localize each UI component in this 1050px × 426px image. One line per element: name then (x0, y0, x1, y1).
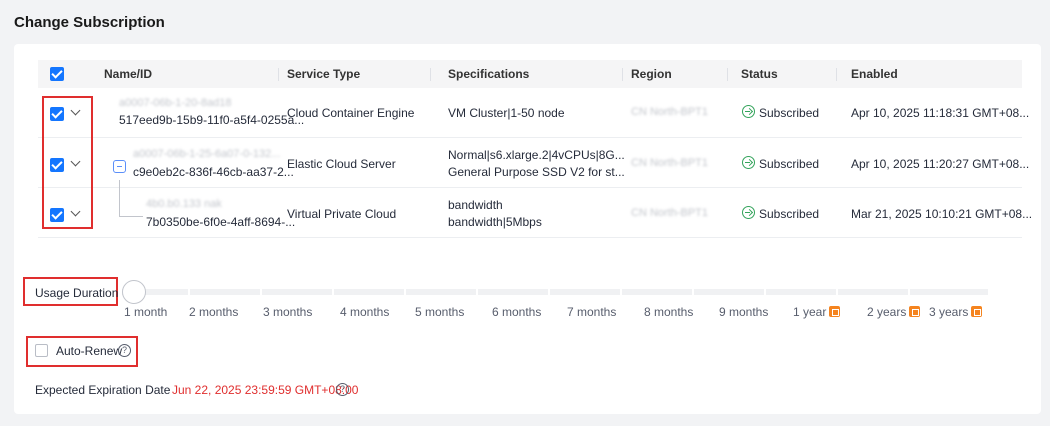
duration-option-1-year[interactable]: 1 year (793, 305, 841, 319)
enabled-date: Mar 21, 2025 10:10:21 GMT+08... (851, 207, 1033, 221)
duration-option[interactable]: 5 months (415, 305, 464, 319)
auto-renew-label[interactable]: Auto-Renew (56, 344, 122, 358)
duration-option[interactable]: 9 months (719, 305, 768, 319)
duration-option[interactable]: 8 months (644, 305, 693, 319)
subscribed-status-icon (742, 156, 755, 169)
table-row: 4b0.b0.133 nak 7b0350be-6f0e-4aff-8694-.… (38, 180, 1032, 238)
header-divider (622, 68, 623, 81)
slider-tick (908, 289, 910, 295)
help-icon[interactable]: ? (118, 344, 131, 357)
slider-tick (764, 289, 766, 295)
expiration-label: Expected Expiration Date (35, 383, 171, 397)
subscription-card: Name/ID Service Type Specifications Regi… (14, 44, 1041, 414)
slider-tick (476, 289, 478, 295)
header-specifications: Specifications (448, 67, 530, 81)
resource-id: 517eed9b-15b9-11f0-a5f4-0255a... (119, 113, 305, 127)
duration-option-3-years[interactable]: 3 years (929, 305, 983, 319)
tree-line (119, 216, 143, 217)
header-divider (430, 68, 431, 81)
header-enabled: Enabled (851, 67, 898, 81)
region: CN North-BPT1 (631, 106, 709, 118)
auto-renew-checkbox[interactable] (35, 344, 48, 357)
highlight-box (42, 96, 93, 229)
slider-tick (692, 289, 694, 295)
enabled-date: Apr 10, 2025 11:20:27 GMT+08... (851, 157, 1030, 171)
duration-option[interactable]: 2 months (189, 305, 238, 319)
tree-line (119, 180, 120, 216)
duration-option[interactable]: 4 months (340, 305, 389, 319)
duration-option-label: 3 years (929, 305, 969, 319)
duration-option[interactable]: 7 months (567, 305, 616, 319)
subscribed-status-icon (742, 206, 755, 219)
region: CN North-BPT1 (631, 157, 709, 169)
slider-tick (260, 289, 262, 295)
slider-tick (836, 289, 838, 295)
service-type: Virtual Private Cloud (287, 207, 397, 221)
duration-option[interactable]: 3 months (263, 305, 312, 319)
status-text: Subscribed (759, 207, 820, 221)
table-row: a0007-06b-1-20-8ad18 517eed9b-15b9-11f0-… (38, 88, 1029, 138)
resource-id: 7b0350be-6f0e-4aff-8694-... (146, 215, 296, 229)
header-region: Region (631, 67, 672, 81)
duration-slider-knob[interactable] (122, 280, 146, 304)
header-status: Status (741, 67, 778, 81)
collapse-tree-icon[interactable] (113, 160, 126, 173)
discount-icon (909, 306, 921, 317)
table-row: a0007-06b-1-25-6a07-0-132... c9e0eb2c-83… (38, 138, 1029, 188)
resource-name: a0007-06b-1-20-8ad18 (119, 97, 232, 109)
header-service-type: Service Type (287, 67, 361, 81)
duration-option-2-years[interactable]: 2 years (867, 305, 921, 319)
service-type: Cloud Container Engine (287, 106, 415, 120)
expiration-date: Jun 22, 2025 23:59:59 GMT+08:00 (172, 383, 359, 397)
service-type: Elastic Cloud Server (287, 157, 396, 171)
slider-tick (188, 289, 190, 295)
header-divider (836, 68, 837, 81)
help-icon[interactable]: ? (336, 383, 349, 396)
header-divider (278, 68, 279, 81)
enabled-date: Apr 10, 2025 11:18:31 GMT+08... (851, 106, 1030, 120)
table-header: Name/ID Service Type Specifications Regi… (38, 60, 1022, 88)
slider-tick (620, 289, 622, 295)
slider-tick (404, 289, 406, 295)
status-text: Subscribed (759, 106, 820, 120)
page-title: Change Subscription (14, 14, 165, 31)
specifications: bandwidth (448, 198, 503, 212)
duration-option[interactable]: 6 months (492, 305, 541, 319)
header-divider (727, 68, 728, 81)
slider-tick (332, 289, 334, 295)
resource-name: 4b0.b0.133 nak (146, 198, 222, 210)
slider-tick (548, 289, 550, 295)
status-text: Subscribed (759, 157, 820, 171)
duration-option-label: 1 year (793, 305, 827, 319)
subscribed-status-icon (742, 105, 755, 118)
select-all-checkbox[interactable] (50, 67, 64, 81)
usage-duration-label: Usage Duration (35, 286, 119, 300)
duration-option[interactable]: 1 month (124, 305, 167, 319)
specifications: Normal|s6.xlarge.2|4vCPUs|8G... (448, 148, 625, 162)
region: CN North-BPT1 (631, 207, 709, 219)
duration-slider-track[interactable] (122, 289, 988, 295)
specifications-line2: bandwidth|5Mbps (448, 215, 542, 229)
specifications-line2: General Purpose SSD V2 for st... (448, 165, 625, 179)
duration-option-label: 2 years (867, 305, 907, 319)
resource-name: a0007-06b-1-25-6a07-0-132... (133, 148, 281, 160)
specifications: VM Cluster|1-50 node (448, 106, 565, 120)
resource-id: c9e0eb2c-836f-46cb-aa37-2... (133, 165, 294, 179)
discount-icon (829, 306, 841, 317)
header-name: Name/ID (104, 67, 153, 81)
discount-icon (971, 306, 983, 317)
